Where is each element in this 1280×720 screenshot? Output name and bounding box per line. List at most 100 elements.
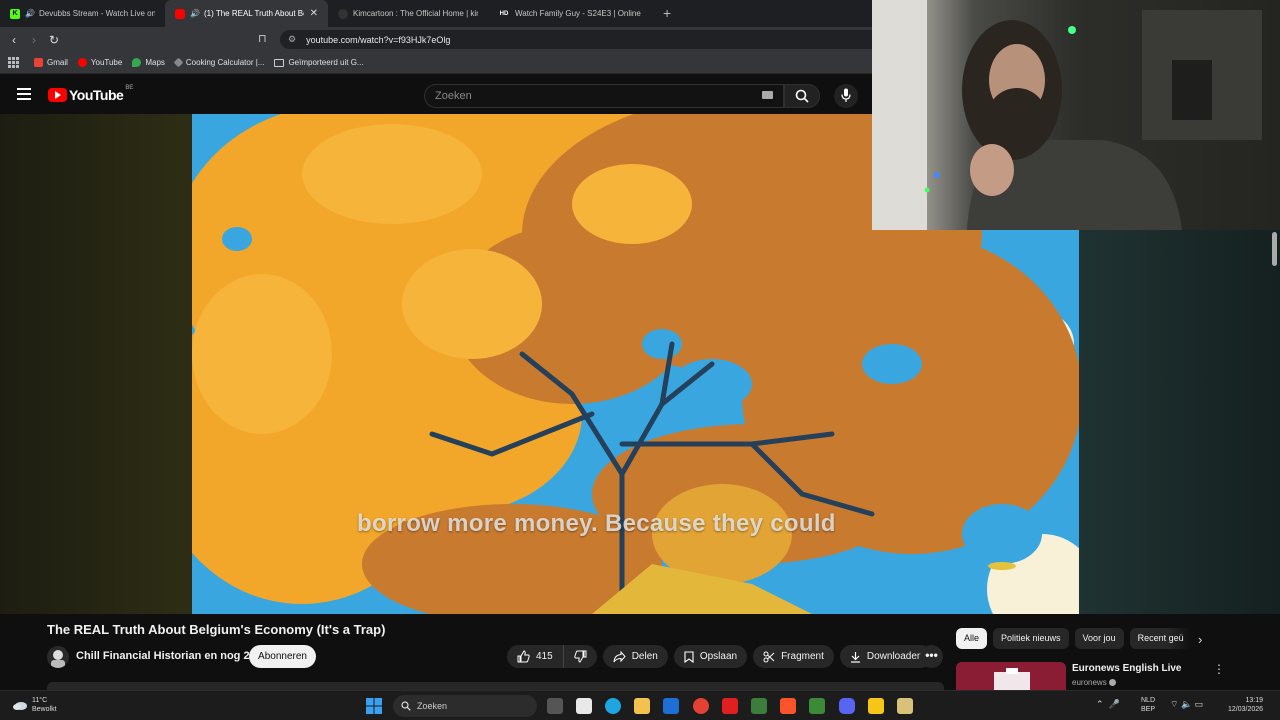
kick-favicon-icon: K — [10, 8, 20, 19]
new-tab-button[interactable]: + — [653, 0, 681, 27]
tab-devubbs-stream[interactable]: K 🔊 Devubbs Stream - Watch Live on — [0, 0, 165, 27]
youtube-logo[interactable]: YouTube BE — [48, 85, 133, 103]
kimcartoon-favicon-icon — [338, 8, 348, 19]
store-icon[interactable] — [576, 698, 592, 714]
chip-for-you[interactable]: Voor jou — [1074, 628, 1124, 649]
thumbs-up-icon — [517, 650, 530, 663]
windows-start-icon[interactable] — [366, 698, 382, 714]
tab-kimcartoon[interactable]: Kimcartoon : The Official Home | kim — [328, 0, 488, 27]
bookmark-cooking-calculator[interactable]: Cooking Calculator |... — [173, 57, 264, 68]
chip-all[interactable]: Alle — [956, 628, 988, 649]
menu-hamburger-icon[interactable] — [17, 88, 31, 100]
edge-icon[interactable] — [605, 698, 621, 714]
weather-widget[interactable]: 11°C Bewolkt — [12, 696, 57, 714]
youtube-play-logo-icon — [48, 88, 67, 102]
chrome-icon[interactable] — [693, 698, 709, 714]
share-label: Delen — [631, 651, 658, 662]
tab-family-guy[interactable]: HD Watch Family Guy - S24E3 | Online H — [488, 0, 653, 27]
weather-condition: Bewolkt — [32, 706, 57, 713]
game-app-icon[interactable] — [809, 698, 825, 714]
bookmark-imported-folder[interactable]: Geïmporteerd uit G... — [274, 58, 364, 67]
clip-button[interactable]: Fragment — [753, 645, 834, 668]
voice-search-button[interactable] — [834, 84, 858, 108]
related-filter-chips: Alle Politiek nieuws Voor jou Recent geü — [956, 628, 1198, 649]
search-button[interactable] — [784, 84, 820, 108]
download-label: Downloaden — [866, 651, 923, 662]
taskbar-search-label: Zoeken — [417, 701, 448, 711]
calculator-site-icon — [173, 57, 184, 68]
tab-youtube-video[interactable]: 🔊 (1) The REAL Truth About Be ✕ — [165, 0, 328, 27]
keyboard-icon[interactable] — [762, 91, 773, 99]
audio-playing-icon[interactable]: 🔊 — [25, 9, 35, 18]
gmail-icon — [34, 58, 43, 67]
bookmark-gmail[interactable]: Gmail — [34, 58, 68, 67]
video-actions: 415 Delen Opslaan Fragment Downloaden — [507, 645, 938, 668]
reload-icon[interactable]: ↻ — [44, 33, 64, 47]
channel-avatar[interactable] — [47, 646, 69, 668]
file-explorer-icon[interactable] — [634, 698, 650, 714]
chip-recently-uploaded[interactable]: Recent geü — [1129, 628, 1192, 649]
bookmark-label: YouTube — [90, 58, 123, 67]
outlook-icon[interactable] — [663, 698, 679, 714]
dislike-button[interactable] — [564, 645, 597, 668]
bookmark-label: Gmail — [47, 58, 68, 67]
scrollbar-thumb[interactable] — [1272, 232, 1277, 266]
share-button[interactable]: Delen — [602, 645, 668, 668]
like-count: 415 — [536, 651, 553, 662]
recommendation-title[interactable]: Euronews English Live — [1072, 663, 1181, 674]
task-view-icon[interactable] — [547, 698, 563, 714]
address-bar[interactable]: ⚙ youtube.com/watch?v=f93HJk7eOlg — [280, 30, 872, 49]
description-box[interactable] — [47, 682, 944, 690]
video-title: The REAL Truth About Belgium's Economy (… — [47, 622, 386, 637]
forward-icon[interactable]: › — [24, 33, 44, 47]
thumbnail-image — [956, 662, 1066, 690]
chip-political-news[interactable]: Politiek nieuws — [993, 628, 1069, 649]
scissors-icon — [763, 651, 775, 662]
calculator-icon[interactable] — [751, 698, 767, 714]
save-button[interactable]: Opslaan — [673, 645, 748, 668]
hd-favicon-icon: HD — [499, 10, 509, 17]
subscribe-button[interactable]: Abonneren — [249, 645, 316, 668]
page-scrollbar[interactable] — [1270, 230, 1278, 690]
cloud-icon — [13, 702, 27, 710]
chevron-right-icon[interactable]: › — [1198, 632, 1202, 647]
download-button[interactable]: Downloaden — [839, 645, 933, 668]
network-volume-battery-icons[interactable]: ⌔ 🔈 ▭ — [1170, 699, 1203, 710]
microphone-icon — [841, 88, 851, 102]
search-input[interactable]: Zoeken — [424, 84, 784, 108]
notes-app-icon[interactable] — [868, 698, 884, 714]
app-icon[interactable] — [897, 698, 913, 714]
recommendation-thumbnail[interactable] — [956, 662, 1066, 690]
audio-playing-icon[interactable]: 🔊 — [190, 9, 200, 18]
back-icon[interactable]: ‹ — [4, 33, 24, 47]
language-indicator[interactable]: NLD BEP — [1141, 696, 1155, 714]
like-button[interactable]: 415 — [507, 645, 564, 668]
bookmarks-bar: Gmail YouTube Maps Cooking Calculator |.… — [0, 52, 872, 74]
ambient-left — [0, 114, 192, 614]
youtube-app-icon[interactable] — [722, 698, 738, 714]
youtube-favicon-icon — [175, 8, 185, 19]
site-info-icon[interactable]: ⚙ — [288, 34, 296, 45]
apps-grid-icon[interactable] — [8, 56, 20, 69]
clip-label: Fragment — [781, 651, 824, 662]
discord-icon[interactable] — [839, 698, 855, 714]
taskbar-search[interactable]: Zoeken — [393, 695, 537, 717]
recommendation-channel[interactable]: euronews — [1072, 678, 1116, 687]
search-icon — [401, 701, 411, 711]
keyboard-layout: BEP — [1141, 706, 1156, 713]
bookmark-maps[interactable]: Maps — [132, 58, 165, 67]
clock[interactable]: 13:19 12/03/2026 — [1228, 696, 1263, 714]
channel-name[interactable]: Chill Financial Historian en nog 2 — [76, 650, 250, 662]
bookmark-label: Maps — [145, 58, 165, 67]
bookmark-star-icon[interactable]: ⊓ — [258, 32, 267, 45]
brave-browser-icon[interactable] — [780, 698, 796, 714]
close-tab-icon[interactable]: ✕ — [310, 8, 318, 19]
tab-label: (1) The REAL Truth About Be — [203, 9, 304, 18]
bookmark-youtube[interactable]: YouTube — [77, 58, 123, 67]
more-actions-button[interactable]: ••• — [920, 645, 943, 668]
webcam-overlay — [872, 0, 1280, 230]
kebab-menu-icon[interactable]: ⋮ — [1213, 662, 1225, 676]
system-tray-icons[interactable]: ⌃ 🎤 — [1096, 699, 1120, 710]
bookmark-label: Geïmporteerd uit G... — [288, 58, 364, 67]
bookmark-save-icon — [684, 650, 694, 663]
